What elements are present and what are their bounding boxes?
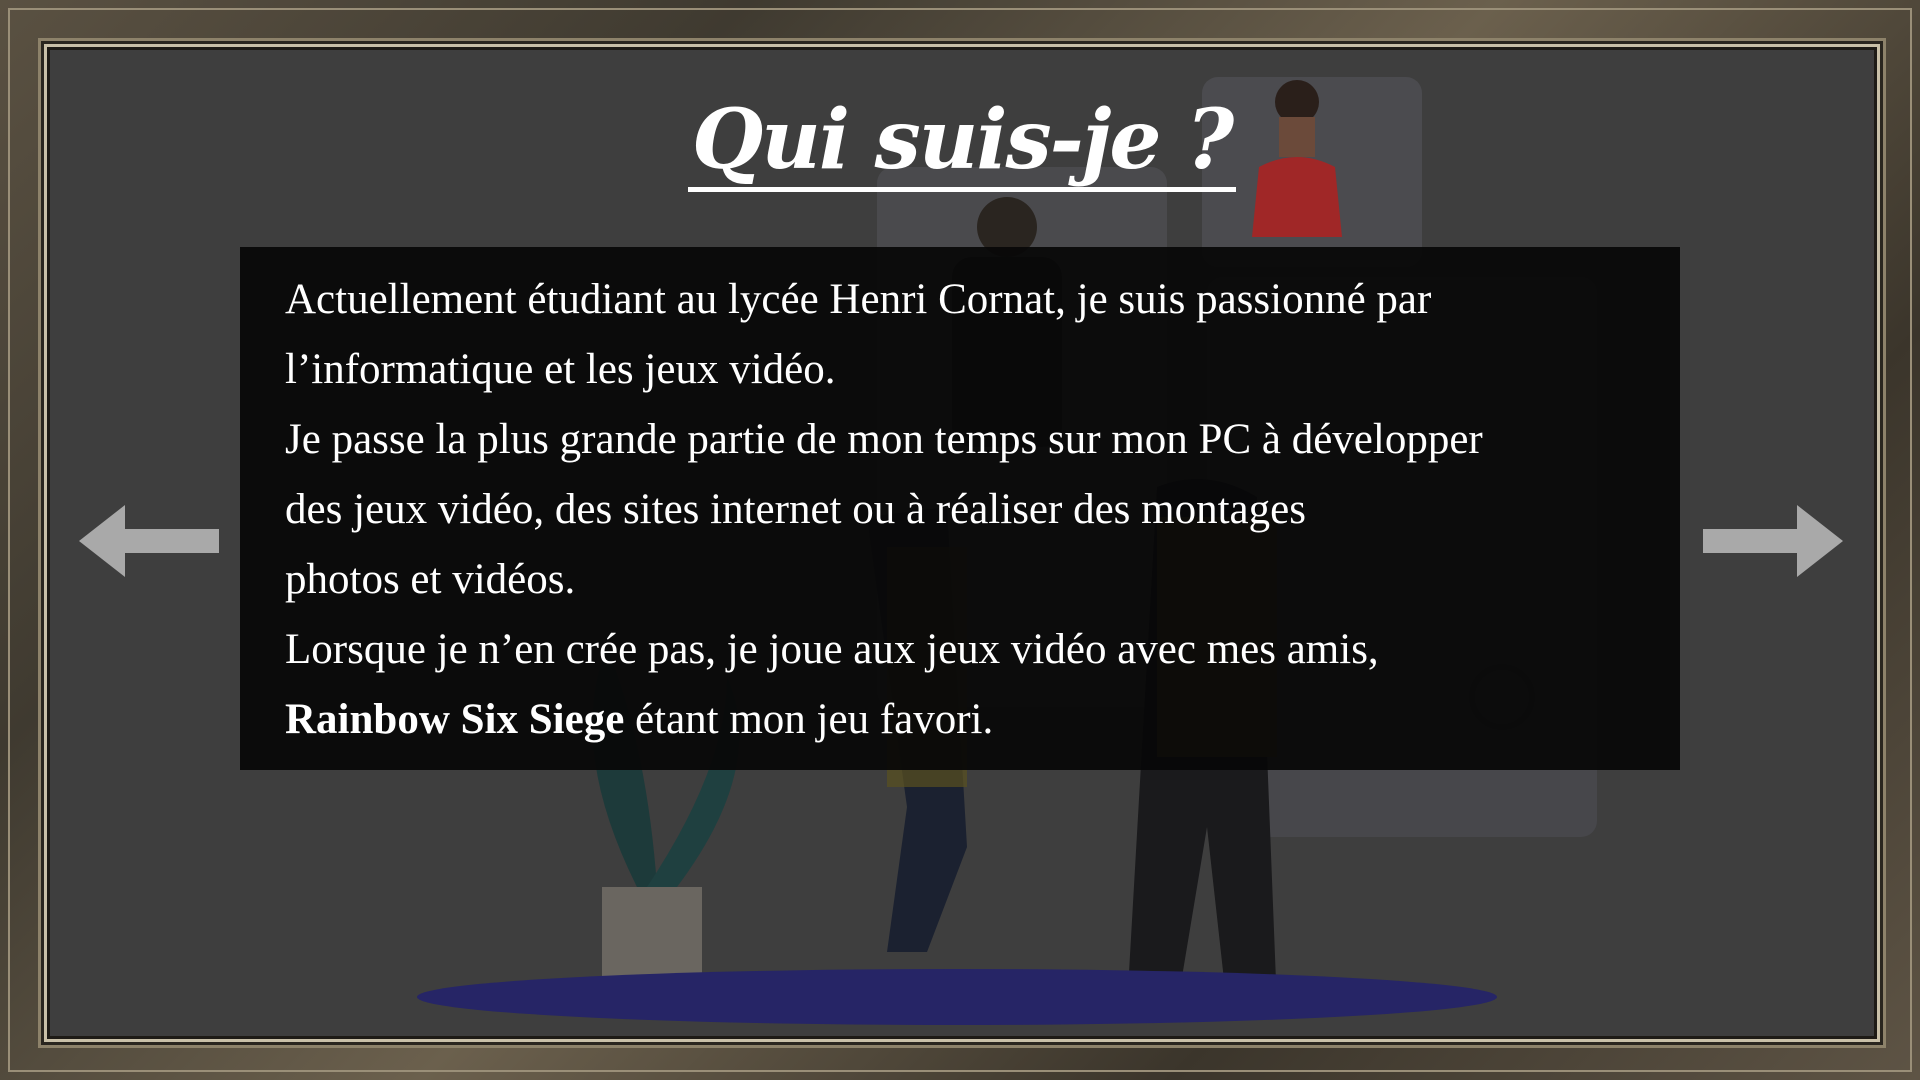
bio-textbox: Actuellement étudiant au lycée Henri Cor… xyxy=(240,247,1680,770)
previous-slide-button[interactable] xyxy=(79,505,219,577)
bio-line-3: Je passe la plus grande partie de mon te… xyxy=(285,416,1483,463)
arrow-right-icon xyxy=(1703,505,1843,577)
title-text: Qui suis-je ? xyxy=(687,95,1237,193)
arrow-left-icon xyxy=(79,505,219,577)
bio-line-7-rest: étant mon jeu favori. xyxy=(624,696,994,743)
slide-title: Qui suis-je ? xyxy=(47,95,1877,193)
bio-line-1: Actuellement étudiant au lycée Henri Cor… xyxy=(285,276,1432,323)
picture-frame: Qui suis-je ? Actuellement étudiant au l… xyxy=(0,0,1920,1080)
favorite-game: Rainbow Six Siege xyxy=(285,696,625,743)
next-slide-button[interactable] xyxy=(1703,505,1843,577)
bio-line-5: photos et vidéos. xyxy=(285,556,576,603)
bio-line-6: Lorsque je n’en crée pas, je joue aux je… xyxy=(285,626,1379,673)
bio-paragraph: Actuellement étudiant au lycée Henri Cor… xyxy=(285,265,1650,755)
bio-line-2: l’informatique et les jeux vidéo. xyxy=(285,346,836,393)
slide-canvas: Qui suis-je ? Actuellement étudiant au l… xyxy=(44,44,1880,1042)
bio-line-4: des jeux vidéo, des sites internet ou à … xyxy=(285,486,1306,533)
